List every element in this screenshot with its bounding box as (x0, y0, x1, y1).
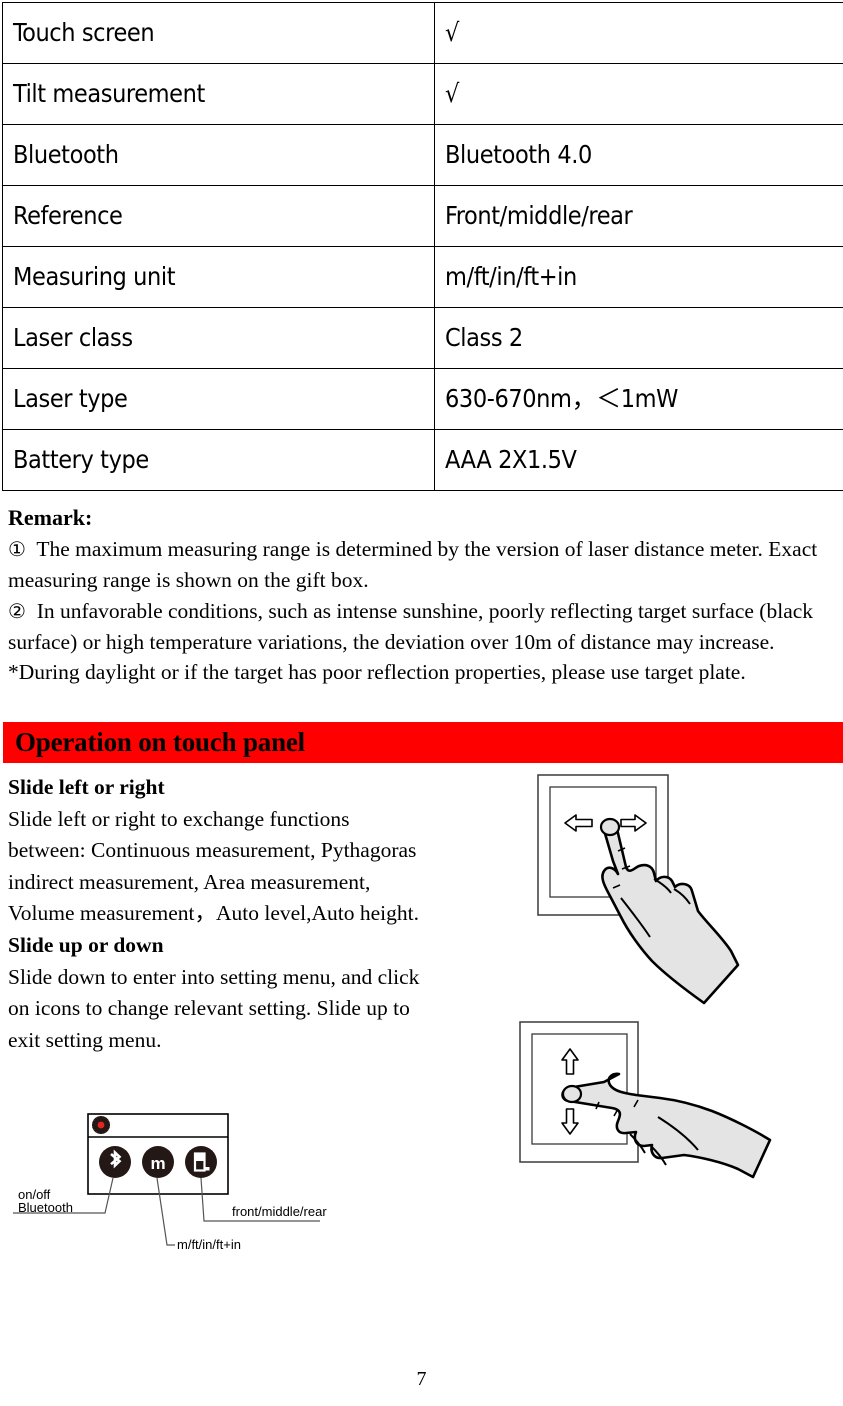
remark-item-2: ② In unfavorable conditions, such as int… (8, 596, 838, 658)
table-row: Laser class Class 2 (2, 307, 843, 369)
gear-icon (92, 1116, 110, 1134)
instruction-body-slide-left-right: Slide left or right to exchange function… (8, 806, 420, 926)
remark-marker-1: ① (8, 536, 26, 561)
remark-title: Remark: (8, 505, 93, 530)
label-bluetooth-line2: Bluetooth (18, 1200, 73, 1215)
specification-table: Touch screen √ Tilt measurement √ Blueto… (2, 2, 843, 491)
remark-item-2-text: In unfavorable conditions, such as inten… (8, 598, 814, 654)
slide-left-right-illustration (537, 774, 740, 1005)
spec-value: AAA 2X1.5V (434, 429, 843, 491)
table-row: Bluetooth Bluetooth 4.0 (2, 124, 843, 186)
spec-label: Battery type (2, 429, 435, 491)
label-reference-point: front/middle/rear (232, 1204, 327, 1219)
spec-value: Front/middle/rear (434, 185, 843, 247)
spec-label: Laser type (2, 368, 435, 430)
spec-label: Measuring unit (2, 246, 435, 308)
remark-note: *During daylight or if the target has po… (8, 660, 746, 685)
table-row: Tilt measurement √ (2, 63, 843, 125)
spec-value: Class 2 (434, 307, 843, 369)
measuring-unit-icon[interactable]: m (142, 1146, 174, 1178)
reference-point-icon[interactable] (185, 1146, 217, 1178)
slide-up-down-illustration (519, 1021, 772, 1179)
table-row: Measuring unit m/ft/in/ft+in (2, 246, 843, 308)
spec-value: Bluetooth 4.0 (434, 124, 843, 186)
table-row: Touch screen √ (2, 2, 843, 64)
spec-label: Bluetooth (2, 124, 435, 186)
bluetooth-icon[interactable] (99, 1146, 131, 1178)
remark-item-1-text: The maximum measuring range is determine… (8, 536, 818, 592)
table-row: Reference Front/middle/rear (2, 185, 843, 247)
instruction-body-slide-up-down: Slide down to enter into setting menu, a… (8, 964, 420, 1052)
spec-value: √ (434, 2, 843, 64)
section-header-operation-on-touch-panel: Operation on touch panel (3, 722, 843, 763)
instructions-block: Slide left or right Slide left or right … (8, 772, 428, 1056)
instruction-heading-slide-up-down: Slide up or down (8, 932, 164, 957)
section-header-title: Operation on touch panel (15, 727, 305, 757)
specification-table-body: Touch screen √ Tilt measurement √ Blueto… (2, 2, 843, 491)
spec-label: Touch screen (2, 2, 435, 64)
spec-value: m/ft/in/ft+in (434, 246, 843, 308)
instruction-heading-slide-left-right: Slide left or right (8, 775, 165, 799)
table-row: Laser type 630-670nm，＜1mW (2, 368, 843, 430)
remark-item-1: ① The maximum measuring range is determi… (8, 534, 838, 596)
spec-label: Tilt measurement (2, 63, 435, 125)
spec-value: √ (434, 63, 843, 125)
measuring-unit-glyph: m (150, 1154, 165, 1173)
remark-block: Remark: ① The maximum measuring range is… (8, 502, 838, 688)
table-row: Battery type AAA 2X1.5V (2, 429, 843, 491)
spec-label: Laser class (2, 307, 435, 369)
label-measuring-unit: m/ft/in/ft+in (177, 1237, 241, 1252)
spec-value: 630-670nm，＜1mW (434, 368, 843, 430)
settings-menu-diagram: m on/off Bluetooth m/ft/in/ft+in front/m… (13, 1113, 327, 1252)
page-number: 7 (416, 1368, 427, 1390)
remark-marker-2: ② (8, 598, 26, 623)
gear-center-dot (97, 1121, 105, 1129)
hand-shape (599, 817, 740, 1005)
spec-label: Reference (2, 185, 435, 247)
